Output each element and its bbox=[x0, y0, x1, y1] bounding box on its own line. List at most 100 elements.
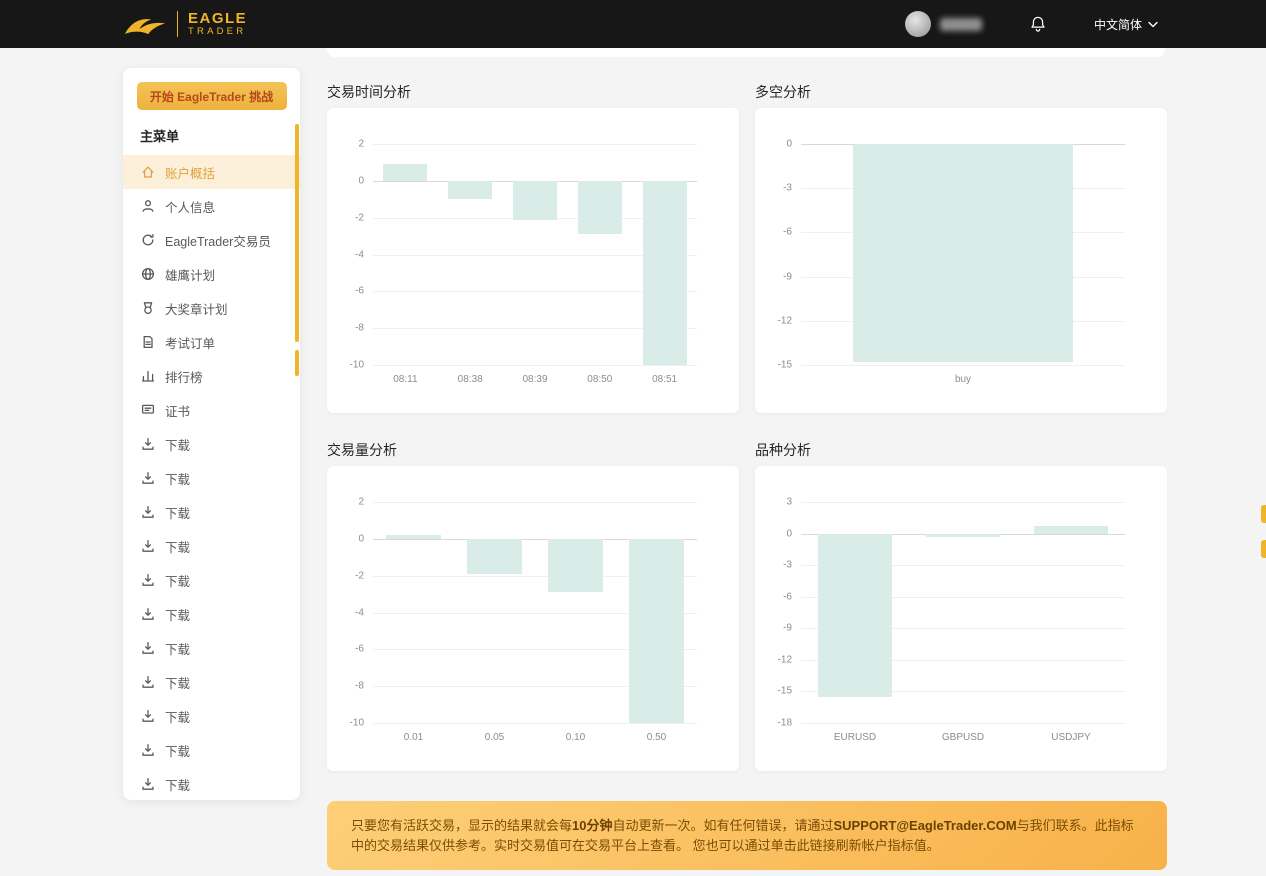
sidebar-item-label: 下载 bbox=[165, 741, 190, 760]
notice-segment: 自动更新一次。如有任何错误，请通过 bbox=[612, 818, 833, 833]
sidebar-item-label: 大奖章计划 bbox=[165, 299, 228, 318]
y-tick-label: -9 bbox=[783, 271, 792, 282]
scrolled-card-edge bbox=[327, 48, 1165, 57]
header-right: 中文简体 bbox=[905, 11, 1158, 37]
download-icon bbox=[140, 776, 156, 792]
floating-widget[interactable] bbox=[1261, 540, 1266, 558]
bar bbox=[926, 534, 999, 537]
sidebar-scrollbar[interactable] bbox=[295, 124, 299, 342]
sidebar-item-exam-orders[interactable]: 考试订单 bbox=[123, 325, 300, 359]
y-tick-label: -6 bbox=[783, 227, 792, 238]
download-icon bbox=[140, 606, 156, 622]
sidebar-item-label: 下载 bbox=[165, 571, 190, 590]
sidebar-item-leaderboard[interactable]: 排行榜 bbox=[123, 359, 300, 393]
sidebar-item-medal-plan[interactable]: 大奖章计划 bbox=[123, 291, 300, 325]
sidebar-item-download-7[interactable]: 下载 bbox=[123, 631, 300, 665]
x-tick-label: 0.01 bbox=[404, 732, 423, 743]
bar bbox=[513, 181, 557, 220]
gridline bbox=[373, 502, 697, 503]
sidebar-menu: 账户概括个人信息 EagleTrader交易员雄鹰计划大奖章计划考试订单排行榜证书… bbox=[123, 155, 300, 800]
brand-subname: TRADER bbox=[188, 27, 247, 37]
gridline bbox=[801, 723, 1125, 724]
brand-divider bbox=[177, 11, 178, 37]
y-tick-label: -10 bbox=[350, 360, 364, 371]
notice-banner: 只要您有活跃交易，显示的结果就会每10分钟自动更新一次。如有任何错误，请通过SU… bbox=[327, 801, 1167, 870]
notifications-button[interactable] bbox=[1028, 14, 1048, 34]
sidebar-item-account-overview[interactable]: 账户概括 bbox=[123, 155, 300, 189]
gridline bbox=[801, 365, 1125, 366]
brand-text: EAGLE TRADER bbox=[188, 11, 247, 38]
user-icon bbox=[140, 198, 156, 214]
eagle-logo-icon bbox=[123, 11, 167, 37]
gridline bbox=[373, 144, 697, 145]
gridline bbox=[801, 502, 1125, 503]
sidebar-item-download-1[interactable]: 下载 bbox=[123, 427, 300, 461]
main-content: 交易时间分析 20-2-4-6-8-1008:1108:3808:3908:50… bbox=[327, 82, 1167, 870]
bar-chart-long-short: 0-3-6-9-12-15buy bbox=[801, 144, 1125, 365]
sidebar-scrollbar-segment[interactable] bbox=[295, 350, 299, 376]
y-tick-label: -15 bbox=[778, 360, 792, 371]
sidebar-item-download-4[interactable]: 下载 bbox=[123, 529, 300, 563]
y-tick-label: 0 bbox=[358, 533, 364, 544]
y-tick-label: 0 bbox=[786, 528, 792, 539]
sidebar-item-eagle-plan[interactable]: 雄鹰计划 bbox=[123, 257, 300, 291]
sidebar-item-profile[interactable]: 个人信息 bbox=[123, 189, 300, 223]
download-icon bbox=[140, 708, 156, 724]
y-tick-label: 3 bbox=[786, 497, 792, 508]
refresh-metrics-link[interactable]: 此链接 bbox=[797, 838, 836, 853]
y-tick-label: -2 bbox=[355, 570, 364, 581]
language-selector[interactable]: 中文简体 bbox=[1094, 16, 1158, 33]
chart-block-long-short: 多空分析 0-3-6-9-12-15buy bbox=[755, 82, 1167, 413]
avatar[interactable] bbox=[905, 11, 931, 37]
sidebar-item-label: 下载 bbox=[165, 707, 190, 726]
sidebar: 开始 EagleTrader 挑战 主菜单 账户概括个人信息EagleTrade… bbox=[123, 68, 300, 800]
sidebar-item-label: 考试订单 bbox=[165, 333, 215, 352]
bar bbox=[548, 539, 603, 592]
x-tick-label: 08:50 bbox=[587, 374, 612, 385]
sidebar-item-label: 雄鹰计划 bbox=[165, 265, 215, 284]
refresh-icon bbox=[140, 232, 156, 248]
gridline bbox=[373, 365, 697, 366]
sidebar-item-certificate[interactable]: 证书 bbox=[123, 393, 300, 427]
download-icon bbox=[140, 470, 156, 486]
medal-icon bbox=[140, 300, 156, 316]
sidebar-item-download-3[interactable]: 下载 bbox=[123, 495, 300, 529]
orders-icon bbox=[140, 334, 156, 350]
sidebar-item-label: 个人信息 bbox=[165, 197, 215, 216]
y-tick-label: 0 bbox=[786, 139, 792, 150]
x-tick-label: 0.05 bbox=[485, 732, 504, 743]
user-menu[interactable] bbox=[905, 11, 982, 37]
y-tick-label: -4 bbox=[355, 249, 364, 260]
y-tick-label: -12 bbox=[778, 315, 792, 326]
sidebar-item-download-11[interactable]: 下载 bbox=[123, 767, 300, 800]
notice-segment: 只要您有活跃交易，显示的结果就会每 bbox=[351, 818, 572, 833]
chevron-down-icon bbox=[1148, 21, 1158, 28]
sidebar-item-label: 排行榜 bbox=[165, 367, 203, 386]
sidebar-item-download-9[interactable]: 下载 bbox=[123, 699, 300, 733]
x-tick-label: 08:51 bbox=[652, 374, 677, 385]
start-challenge-button[interactable]: 开始 EagleTrader 挑战 bbox=[137, 82, 287, 110]
sidebar-item-download-6[interactable]: 下载 bbox=[123, 597, 300, 631]
sidebar-item-download-8[interactable]: 下载 bbox=[123, 665, 300, 699]
chart-title: 交易量分析 bbox=[327, 440, 739, 460]
gridline bbox=[373, 723, 697, 724]
chart-grid: 交易时间分析 20-2-4-6-8-1008:1108:3808:3908:50… bbox=[327, 82, 1167, 771]
x-tick-label: EURUSD bbox=[834, 732, 876, 743]
chart-card: 20-2-4-6-8-1008:1108:3808:3908:5008:51 bbox=[327, 108, 739, 413]
sidebar-item-download-5[interactable]: 下载 bbox=[123, 563, 300, 597]
sidebar-item-download-10[interactable]: 下载 bbox=[123, 733, 300, 767]
brand: EAGLE TRADER bbox=[123, 11, 247, 38]
sidebar-item-label: 下载 bbox=[165, 469, 190, 488]
chart-block-volume: 交易量分析 20-2-4-6-8-100.010.050.100.50 bbox=[327, 440, 739, 771]
floating-widget[interactable] bbox=[1261, 505, 1266, 523]
sidebar-item-eagletrader-trader[interactable]: EagleTrader交易员 bbox=[123, 223, 300, 257]
download-icon bbox=[140, 742, 156, 758]
bar bbox=[1034, 526, 1107, 533]
certificate-icon bbox=[140, 402, 156, 418]
bar bbox=[386, 535, 441, 539]
y-tick-label: -3 bbox=[783, 560, 792, 571]
sidebar-item-label: 下载 bbox=[165, 605, 190, 624]
bar bbox=[448, 181, 492, 199]
y-tick-label: 2 bbox=[358, 497, 364, 508]
sidebar-item-download-2[interactable]: 下载 bbox=[123, 461, 300, 495]
